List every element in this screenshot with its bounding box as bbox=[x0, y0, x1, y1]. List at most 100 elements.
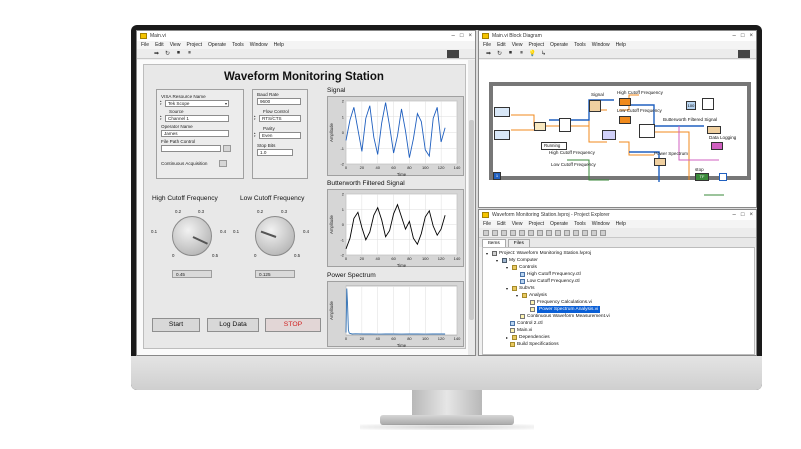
build-icon[interactable] bbox=[555, 229, 561, 236]
menu-operate[interactable]: Operate bbox=[550, 42, 568, 48]
parity-spin-icon[interactable]: ▴ ▾ bbox=[254, 132, 258, 139]
paste-icon[interactable] bbox=[537, 229, 543, 236]
flow-ring[interactable]: RTS/CTS bbox=[259, 115, 301, 122]
step-icon[interactable]: ↳ bbox=[540, 50, 547, 57]
cut-icon[interactable] bbox=[519, 229, 525, 236]
pause-icon[interactable]: ⏸ bbox=[186, 50, 193, 57]
low-cutoff-terminal[interactable] bbox=[619, 116, 631, 124]
menu-operate[interactable]: Operate bbox=[208, 42, 226, 48]
multiply-node[interactable] bbox=[534, 122, 546, 131]
loop-condition-icon[interactable] bbox=[719, 173, 727, 181]
run-arrow-icon[interactable]: ➡ bbox=[485, 50, 492, 57]
run-continuous-icon[interactable]: ↻ bbox=[164, 50, 171, 57]
signal-graph[interactable]: 0 20 40 60 80 100 120 140 2 1 0 -1 -2 Time Amplitude bbox=[327, 96, 464, 177]
expand-arrow-icon[interactable]: ▾ bbox=[496, 257, 500, 264]
expand-arrow-icon[interactable]: ▾ bbox=[506, 285, 510, 292]
source-spin-icon[interactable]: ▴ ▾ bbox=[160, 115, 164, 122]
baud-input[interactable]: 9600 bbox=[257, 98, 301, 105]
high-cutoff-display[interactable]: 0.45 bbox=[172, 270, 212, 278]
tree-item-high-cutoff-ctl[interactable]: High Cutoff Frequency.ctl bbox=[520, 271, 581, 278]
filter-node[interactable] bbox=[559, 118, 571, 132]
tree-item-frequency-calculations[interactable]: Frequency Calculations.vi bbox=[530, 299, 592, 306]
tree-item-control-2[interactable]: Control 2.ctl bbox=[510, 320, 543, 327]
subvi-node[interactable] bbox=[602, 130, 616, 140]
wait-node[interactable] bbox=[702, 98, 714, 110]
expand-arrow-icon[interactable]: ▾ bbox=[486, 250, 490, 257]
butterworth-node[interactable] bbox=[639, 124, 655, 138]
copy-icon[interactable] bbox=[528, 229, 534, 236]
menu-project[interactable]: Project bbox=[528, 221, 544, 227]
constant-node[interactable] bbox=[494, 107, 510, 117]
vertical-scrollbar[interactable] bbox=[468, 60, 475, 355]
tree-item-low-cutoff-ctl[interactable]: Low Cutoff Frequency.ctl bbox=[520, 278, 580, 285]
datalog-terminal[interactable] bbox=[711, 142, 723, 150]
expand-arrow-icon[interactable]: ▾ bbox=[506, 264, 510, 271]
tree-item-continuous-waveform[interactable]: Continuous Waveform Measurement.vi bbox=[520, 313, 610, 320]
menu-project[interactable]: Project bbox=[186, 42, 202, 48]
maximize-icon[interactable]: □ bbox=[741, 33, 745, 39]
low-cutoff-display[interactable]: 0.125 bbox=[255, 270, 295, 278]
save-all-icon[interactable] bbox=[510, 229, 516, 236]
new-file-icon[interactable] bbox=[483, 229, 489, 236]
log-data-button[interactable]: Log Data bbox=[207, 318, 259, 332]
browse-folder-icon[interactable] bbox=[223, 145, 231, 152]
abort-icon[interactable]: ⏹ bbox=[507, 50, 514, 57]
menu-help[interactable]: Help bbox=[616, 221, 626, 227]
high-cutoff-knob[interactable] bbox=[172, 216, 212, 256]
tree-item-my-computer[interactable]: ▾ My Computer bbox=[496, 257, 538, 264]
stop-terminal[interactable]: TF bbox=[695, 173, 709, 181]
signal-terminal[interactable] bbox=[589, 100, 601, 112]
run-continuous-icon[interactable]: ↻ bbox=[496, 50, 503, 57]
tree-item-subvis[interactable]: ▾ SubVIs bbox=[506, 285, 534, 292]
menu-edit[interactable]: Edit bbox=[497, 221, 506, 227]
menu-view[interactable]: View bbox=[512, 221, 523, 227]
tree-item-dependencies[interactable]: ▸ Dependencies bbox=[506, 334, 550, 341]
close-icon[interactable]: × bbox=[468, 33, 472, 39]
project-explorer-titlebar[interactable]: Waveform Monitoring Station.lvproj - Pro… bbox=[479, 210, 756, 220]
menu-file[interactable]: File bbox=[483, 42, 491, 48]
tree-item-power-spectrum-analysis[interactable]: Power Spectrum Analysis.vi bbox=[530, 306, 601, 313]
menu-window[interactable]: Window bbox=[250, 42, 268, 48]
pause-icon[interactable]: ⏸ bbox=[518, 50, 525, 57]
low-cutoff-knob[interactable] bbox=[255, 216, 295, 256]
menu-file[interactable]: File bbox=[483, 221, 491, 227]
menu-edit[interactable]: Edit bbox=[497, 42, 506, 48]
highlight-execution-icon[interactable]: 💡 bbox=[529, 50, 536, 57]
expand-arrow-icon[interactable]: ▸ bbox=[506, 334, 510, 341]
menu-file[interactable]: File bbox=[141, 42, 149, 48]
menu-window[interactable]: Window bbox=[592, 221, 610, 227]
expand-arrow-icon[interactable]: ▾ bbox=[516, 292, 520, 299]
menu-operate[interactable]: Operate bbox=[550, 221, 568, 227]
visa-spin-icon[interactable]: ▴ ▾ bbox=[160, 100, 164, 107]
spectrum-graph[interactable]: 0 20 40 60 80 100 120 140 Time Amplitude bbox=[327, 281, 464, 348]
front-panel-titlebar[interactable]: Main.vi – □ × bbox=[137, 31, 475, 41]
menu-edit[interactable]: Edit bbox=[155, 42, 164, 48]
continuous-toggle[interactable] bbox=[219, 160, 227, 167]
tree-item-controls[interactable]: ▾ Controls bbox=[506, 264, 537, 271]
power-spectrum-terminal[interactable] bbox=[654, 158, 666, 166]
const-100-node[interactable]: 100 bbox=[686, 101, 696, 110]
filtered-graph[interactable]: 0 20 40 60 80 100 120 140 2 1 0 -1 -2 Time Amplitude bbox=[327, 189, 464, 268]
menu-view[interactable]: View bbox=[170, 42, 181, 48]
context-help-icon[interactable] bbox=[738, 49, 750, 58]
maximize-icon[interactable]: □ bbox=[460, 33, 464, 39]
menu-tools[interactable]: Tools bbox=[232, 42, 244, 48]
save-icon[interactable] bbox=[501, 229, 507, 236]
filepath-input[interactable] bbox=[161, 145, 221, 152]
menu-help[interactable]: Help bbox=[274, 42, 284, 48]
menu-window[interactable]: Window bbox=[592, 42, 610, 48]
stop-button[interactable]: STOP bbox=[265, 318, 321, 332]
undo-icon[interactable] bbox=[591, 229, 597, 236]
tree-item-main-vi[interactable]: Main.vi bbox=[510, 327, 532, 334]
collapse-all-icon[interactable] bbox=[582, 229, 588, 236]
maximize-icon[interactable]: □ bbox=[741, 212, 745, 218]
tree-item-build-specifications[interactable]: Build Specifications bbox=[510, 341, 559, 348]
scrollbar-thumb[interactable] bbox=[469, 120, 474, 320]
menu-tools[interactable]: Tools bbox=[574, 221, 586, 227]
menu-project[interactable]: Project bbox=[528, 42, 544, 48]
context-help-icon[interactable] bbox=[447, 49, 459, 58]
visa-resource-dropdown[interactable]: Tek Scope ▾ bbox=[165, 100, 229, 107]
tree-item-project[interactable]: ▾ Project: Waveform Monitoring Station.lv… bbox=[486, 250, 591, 257]
butterworth-terminal[interactable] bbox=[707, 126, 721, 134]
operator-input[interactable]: James bbox=[161, 130, 229, 137]
